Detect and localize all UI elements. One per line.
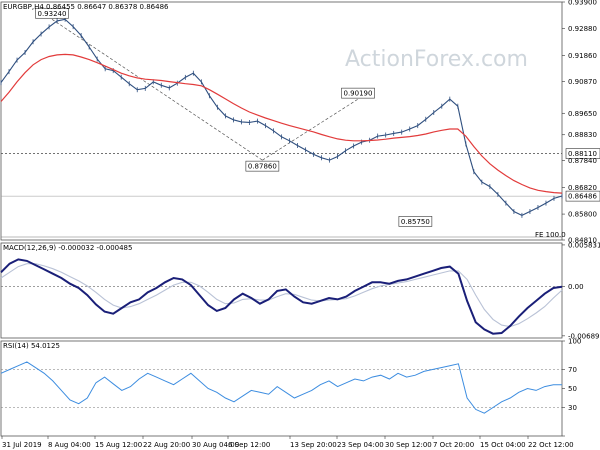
x-tick-label: 6 Sep 12:00 [228, 441, 270, 449]
price-y-tick-label: 0.88830 [568, 131, 597, 139]
rsi-y-tick-label: 100 [568, 338, 581, 346]
rsi-y-tick-label: 30 [568, 404, 577, 412]
price-header: EURGBP,H4 0.86455 0.86647 0.86378 0.8648… [3, 3, 169, 11]
annotation-label-1: 0.87860 [248, 163, 277, 171]
macd-y-tick-label: 0.005831 [568, 241, 600, 249]
price-y-tick-label: 0.91860 [568, 52, 597, 60]
price-y-tick-label: 0.93900 [568, 0, 597, 7]
macd-header: MACD(12,26,9) -0.000032 -0.000485 [3, 244, 132, 252]
x-tick-label: 22 Oct 12:00 [528, 441, 574, 449]
price-y-tick-label: 0.89650 [568, 110, 597, 118]
x-tick-label: 31 Jul 2019 [2, 441, 42, 449]
reference-label-1: 0.86486 [568, 193, 597, 201]
fe-label: FE 100.0 [535, 231, 566, 239]
annotation-label-2: 0.90190 [344, 90, 373, 98]
x-tick-label: 8 Aug 04:00 [48, 441, 91, 449]
rsi-y-tick-label: 50 [568, 385, 577, 393]
macd-y-tick-label: 0.00 [568, 283, 584, 291]
eurgbp-chart: ActionForex.com 0.881100.86486 0.932400.… [0, 0, 600, 450]
watermark: ActionForex.com [345, 47, 528, 72]
x-tick-label: 13 Sep 20:00 [290, 441, 337, 449]
price-y-tick-label: 0.87840 [568, 157, 597, 165]
price-y-tick-label: 0.90870 [568, 78, 597, 86]
x-tick-label: 22 Aug 20:00 [143, 441, 190, 449]
annotation-label-3: 0.85750 [401, 218, 430, 226]
price-y-tick-label: 0.86820 [568, 184, 597, 192]
x-tick-label: 15 Oct 04:00 [480, 441, 526, 449]
rsi-header: RSI(14) 54.0125 [3, 342, 60, 350]
x-tick-label: 23 Sep 04:00 [337, 441, 384, 449]
x-tick-label: 7 Oct 20:00 [433, 441, 474, 449]
price-y-tick-label: 0.92880 [568, 25, 597, 33]
rsi-y-tick-label: 70 [568, 366, 577, 374]
x-tick-label: 15 Aug 12:00 [95, 441, 142, 449]
x-tick-label: 30 Sep 12:00 [385, 441, 432, 449]
price-y-tick-label: 0.85800 [568, 211, 597, 219]
